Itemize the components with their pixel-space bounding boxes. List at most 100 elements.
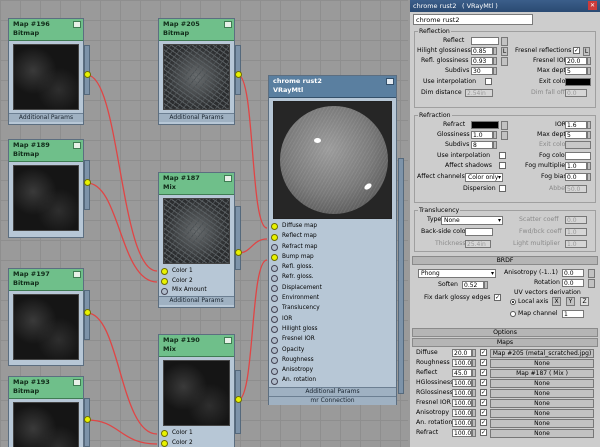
map-amount-field[interactable]: 100.0: [452, 429, 472, 437]
light-multiplier-field[interactable]: 1.0: [565, 240, 587, 248]
node-map-193[interactable]: Map #193 Bitmap: [8, 376, 84, 447]
slot-socket[interactable]: [271, 264, 278, 272]
input-slot-color1[interactable]: Color 1: [159, 267, 234, 277]
spinner[interactable]: [472, 379, 476, 387]
additional-params[interactable]: Additional Params: [269, 386, 396, 396]
reflect-color-swatch[interactable]: [471, 37, 499, 45]
local-axis-radio[interactable]: [510, 299, 516, 305]
map-amount-field[interactable]: 100.0: [452, 379, 472, 387]
fog-multiplier-field[interactable]: 1.0: [565, 162, 587, 170]
scatter-coeff-field[interactable]: 0.0: [565, 216, 587, 224]
slot-socket[interactable]: [161, 439, 168, 447]
max-depth-field[interactable]: 5: [565, 131, 587, 139]
exit-color-swatch[interactable]: [565, 141, 591, 149]
fog-color-swatch[interactable]: [565, 152, 591, 160]
dispersion-checkbox[interactable]: [499, 185, 506, 192]
map-slot-button[interactable]: None: [490, 429, 594, 438]
spinner[interactable]: [493, 141, 497, 149]
maps-rollout-header[interactable]: Maps: [412, 338, 598, 347]
subdivs-field[interactable]: 30: [471, 67, 493, 75]
slot-socket[interactable]: [161, 268, 168, 276]
map-enable-checkbox[interactable]: ✓: [480, 409, 487, 416]
map-enable-checkbox[interactable]: ✓: [480, 389, 487, 396]
slot-socket[interactable]: [271, 254, 278, 262]
rotation-field[interactable]: 0.0: [562, 279, 584, 287]
output-socket[interactable]: [235, 249, 242, 256]
ior-field[interactable]: 1.6: [565, 121, 587, 129]
collapse-button[interactable]: [224, 337, 232, 344]
map-slot-button[interactable]: Map #205 (metal_scratched.jpg): [490, 349, 594, 358]
map-enable-checkbox[interactable]: ✓: [480, 429, 487, 436]
vray-input-slot[interactable]: Reflect map: [269, 232, 396, 242]
lock-button[interactable]: L: [501, 47, 508, 56]
spinner[interactable]: [493, 57, 497, 65]
input-slot-mix-amount[interactable]: Mix Amount: [159, 286, 234, 296]
map-enable-checkbox[interactable]: ✓: [480, 349, 487, 356]
spinner[interactable]: [472, 409, 476, 417]
collapse-button[interactable]: [73, 271, 81, 278]
anisotropy-field[interactable]: 0.0: [562, 269, 584, 277]
dim-distance-field[interactable]: 2.54in: [465, 89, 493, 97]
panel-title-bar[interactable]: chrome rust2 ( VRayMtl ) ✕: [410, 0, 600, 12]
map-slot-button[interactable]: Map #187 ( Mix ): [490, 369, 594, 378]
spinner[interactable]: [472, 389, 476, 397]
use-interpolation-checkbox[interactable]: [499, 152, 506, 159]
vray-input-slot[interactable]: Diffuse map: [269, 222, 396, 232]
collapse-button[interactable]: [224, 175, 232, 182]
anisotropy-map-button[interactable]: [588, 269, 595, 278]
output-socket[interactable]: [84, 416, 91, 423]
node-editor-canvas[interactable]: Map #196 Bitmap Additional Params Map #18…: [0, 0, 408, 447]
affect-channels-dropdown[interactable]: Color only: [465, 173, 503, 182]
fresnel-reflections-checkbox[interactable]: ✓: [573, 47, 580, 54]
subdivs-field[interactable]: 8: [471, 141, 493, 149]
vray-input-slot[interactable]: Opacity: [269, 346, 396, 356]
spinner[interactable]: [587, 121, 591, 129]
map-amount-field[interactable]: 100.0: [452, 419, 472, 427]
node-map-197[interactable]: Map #197 Bitmap: [8, 268, 84, 366]
slot-socket[interactable]: [271, 316, 278, 324]
output-socket[interactable]: [84, 309, 91, 316]
vray-input-slot[interactable]: Bump map: [269, 253, 396, 263]
node-scrollbar[interactable]: [398, 158, 404, 394]
vray-input-slot[interactable]: Refract map: [269, 243, 396, 253]
node-map-190[interactable]: Map #190 Mix Color 1 Color 2: [158, 334, 235, 447]
abbe-field[interactable]: 50.0: [565, 185, 587, 193]
spinner[interactable]: [472, 369, 476, 377]
additional-params[interactable]: Additional Params: [9, 113, 83, 122]
fresnel-lock-button[interactable]: L: [583, 47, 590, 56]
map-amount-field[interactable]: 100.0: [452, 399, 472, 407]
glossiness-map-button[interactable]: [501, 131, 508, 140]
spinner[interactable]: [472, 399, 476, 407]
map-channel-radio[interactable]: [510, 311, 516, 317]
refract-map-button[interactable]: [501, 121, 508, 130]
refl-glossiness-field[interactable]: 0.93: [471, 57, 493, 65]
map-enable-checkbox[interactable]: ✓: [480, 369, 487, 376]
brdf-rollout-header[interactable]: BRDF: [412, 256, 598, 265]
vray-input-slot[interactable]: Translucency: [269, 304, 396, 314]
map-slot-button[interactable]: None: [490, 359, 594, 368]
dim-fall-off-field[interactable]: 0.0: [565, 89, 587, 97]
input-slot-color2[interactable]: Color 2: [159, 439, 234, 447]
fwd-bck-coeff-field[interactable]: 1.0: [565, 228, 587, 236]
collapse-button[interactable]: [386, 78, 394, 85]
fog-bias-field[interactable]: 0.0: [565, 173, 587, 181]
map-enable-checkbox[interactable]: ✓: [480, 379, 487, 386]
slot-socket[interactable]: [271, 223, 278, 231]
spinner[interactable]: [472, 419, 476, 427]
output-socket[interactable]: [84, 179, 91, 186]
additional-params[interactable]: Additional Params: [159, 295, 234, 305]
axis-x-button[interactable]: X: [552, 297, 561, 306]
slot-socket[interactable]: [271, 243, 278, 251]
spinner[interactable]: [493, 131, 497, 139]
output-socket[interactable]: [84, 71, 91, 78]
collapse-button[interactable]: [73, 379, 81, 386]
spinner[interactable]: [472, 349, 476, 357]
vray-input-slot[interactable]: Fresnel IOR: [269, 335, 396, 345]
spinner[interactable]: [587, 67, 591, 75]
rotation-map-button[interactable]: [588, 279, 595, 288]
additional-params[interactable]: Additional Params: [159, 113, 234, 122]
fresnel-ior-field[interactable]: 20.0: [565, 57, 587, 65]
node-map-196[interactable]: Map #196 Bitmap Additional Params: [8, 18, 84, 125]
map-amount-field[interactable]: 45.0: [452, 369, 472, 377]
output-socket[interactable]: [235, 396, 242, 403]
